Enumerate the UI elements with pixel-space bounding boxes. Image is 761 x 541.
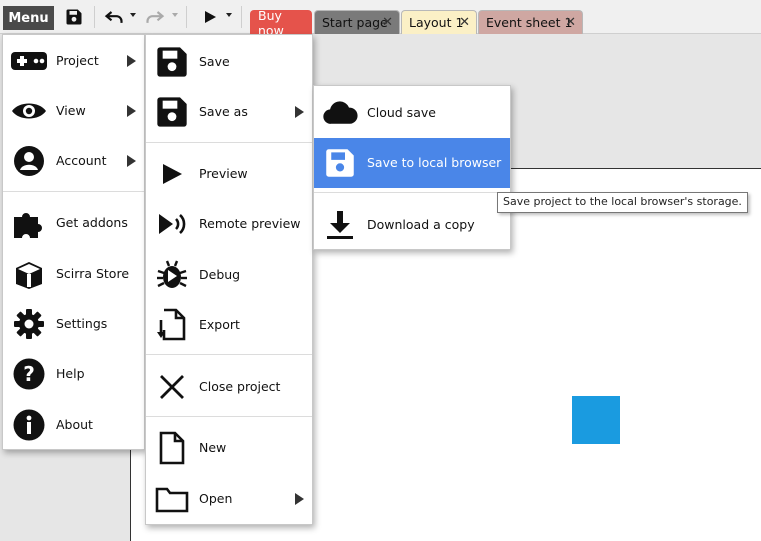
tab-buy-now[interactable]: Buy now [250,8,312,38]
bug-icon [154,259,190,291]
menu-item-export[interactable]: Export [146,300,312,350]
menu-item-remote-preview[interactable]: Remote preview [146,199,312,249]
menu-item-label: Get addons [56,215,128,230]
sprite-object[interactable] [572,396,620,444]
redo-icon[interactable] [143,6,167,28]
menu-item-download-a-copy[interactable]: Download a copy [314,200,510,250]
menu-separator [146,416,312,417]
menu-item-scirra-store[interactable]: Scirra Store [3,249,144,299]
menu-item-label: Download a copy [367,217,475,232]
new-file-icon [154,431,190,465]
menu-item-label: Help [56,366,85,381]
menu-item-get-addons[interactable]: Get addons [3,198,144,248]
tooltip: Save project to the local browser's stor… [497,192,748,213]
menu-item-new[interactable]: New [146,423,312,473]
menu-item-save[interactable]: Save [146,37,312,87]
gear-icon [11,308,47,340]
help-icon: ? [11,358,47,390]
toolbar-separator [186,6,187,28]
tab-label: Layout 1 [409,15,464,30]
puzzle-icon [11,207,47,239]
menu-separator [146,142,312,143]
export-icon [154,308,190,341]
undo-icon[interactable] [102,6,126,28]
menu-item-label: View [56,103,86,118]
tab-layout-1[interactable]: Layout 1 ✕ [401,10,477,34]
menu-separator [146,354,312,355]
menu-item-label: Close project [199,379,281,394]
menu-separator [3,191,144,192]
close-icon[interactable]: ✕ [382,15,393,30]
toolbar-separator [94,6,95,28]
tab-label: Event sheet 1 [486,15,573,30]
save-as-submenu: Cloud save Save to local browser Downloa… [313,85,511,250]
download-icon [322,209,358,241]
menu-item-label: Remote preview [199,216,301,231]
close-icon[interactable]: ✕ [565,15,576,30]
folder-icon [154,483,190,515]
main-menu: Project View Account Get addons Scirra S… [2,34,145,450]
play-icon [154,158,190,190]
menu-item-label: Save to local browser [367,155,502,170]
menu-item-label: Scirra Store [56,266,130,281]
menu-item-view[interactable]: View [3,86,144,136]
menu-item-debug[interactable]: Debug [146,250,312,300]
project-submenu: Save Save as Preview Remote preview Debu… [145,34,313,525]
tab-label: Start page [322,15,388,30]
preview-dropdown-caret[interactable] [226,13,232,17]
close-icon[interactable]: ✕ [459,15,470,30]
menu-item-save-as[interactable]: Save as [146,87,312,137]
menu-item-cloud-save[interactable]: Cloud save [314,88,510,138]
store-icon [11,258,47,290]
menu-button[interactable]: Menu [3,6,54,30]
menu-item-close-project[interactable]: Close project [146,362,312,412]
menu-item-label: Save as [199,104,248,119]
play-icon[interactable] [199,6,221,28]
gamepad-icon [11,45,47,77]
save-as-icon [154,96,190,128]
menu-item-label: About [56,417,93,432]
submenu-arrow-icon [295,493,304,505]
undo-dropdown-caret[interactable] [130,13,136,17]
submenu-arrow-icon [127,155,136,167]
menu-item-label: New [199,440,227,455]
redo-dropdown-caret[interactable] [172,13,178,17]
tab-start-page[interactable]: Start page ✕ [314,10,400,34]
menu-item-save-to-local-browser[interactable]: Save to local browser [314,138,510,188]
account-icon [11,145,47,177]
menu-item-label: Save [199,54,230,69]
submenu-arrow-icon [127,105,136,117]
tab-event-sheet-1[interactable]: Event sheet 1 ✕ [478,10,583,34]
menu-item-help[interactable]: ? Help [3,349,144,399]
menu-item-label: Settings [56,316,108,331]
submenu-arrow-icon [127,55,136,67]
menu-item-label: Open [199,491,233,506]
info-icon [11,409,47,441]
eye-icon [11,95,47,127]
menu-item-label: Cloud save [367,105,436,120]
menu-item-label: Export [199,317,240,332]
tab-label: Buy now [258,7,284,38]
menu-item-account[interactable]: Account [3,136,144,186]
svg-text:?: ? [23,362,35,386]
menu-item-label: Debug [199,267,241,282]
menu-item-settings[interactable]: Settings [3,299,144,349]
cloud-icon [322,97,358,129]
menu-item-label: Account [56,153,107,168]
submenu-arrow-icon [295,106,304,118]
menu-item-label: Preview [199,166,248,181]
menu-item-project[interactable]: Project [3,36,144,86]
toolbar-separator [241,6,242,28]
save-icon[interactable] [62,6,86,28]
menu-separator [314,192,510,193]
remote-preview-icon [154,208,190,240]
toolbar: Menu Buy now Start page ✕ Layout 1 ✕ Eve… [0,0,761,38]
menu-item-preview[interactable]: Preview [146,149,312,199]
browser-save-icon [322,147,358,179]
menu-item-label: Project [56,53,99,68]
menu-item-about[interactable]: About [3,400,144,450]
save-icon [154,46,190,78]
menu-item-open[interactable]: Open [146,474,312,524]
close-icon [154,371,190,403]
